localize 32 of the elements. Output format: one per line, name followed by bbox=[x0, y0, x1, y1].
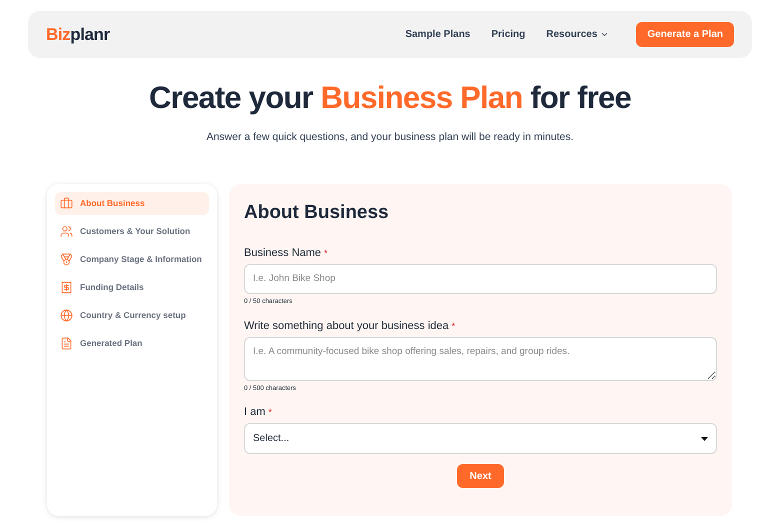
nav-link[interactable]: Resources bbox=[546, 27, 610, 42]
field-label: Business Name bbox=[244, 246, 322, 260]
required-mark: * bbox=[324, 246, 328, 260]
chevron-icon bbox=[600, 30, 610, 39]
field-label: Write something about your business idea bbox=[244, 318, 449, 332]
required-mark: * bbox=[268, 406, 272, 420]
generate-plan-button[interactable]: Generate a Plan bbox=[636, 22, 734, 47]
sidebar-item[interactable]: Customers & Your Solution bbox=[55, 220, 209, 243]
sidebar-item[interactable]: Funding Details bbox=[55, 276, 209, 299]
sidebar-item[interactable]: Generated Plan bbox=[55, 332, 209, 355]
subtitle: Answer a few quick questions, and your business plan will be ready in minutes. bbox=[205, 130, 575, 145]
text-area[interactable]: I.e. A community-focused bike shop offering sales, repairs, and group rides. bbox=[244, 336, 717, 380]
receipt-icon bbox=[60, 280, 73, 294]
select-dropdown[interactable]: Select... bbox=[244, 423, 717, 454]
logo[interactable]: Bizplanr bbox=[46, 22, 110, 48]
required-mark: * bbox=[452, 320, 456, 332]
nav-link[interactable]: Pricing bbox=[491, 27, 526, 42]
globe-icon bbox=[60, 308, 73, 322]
input-field[interactable]: I.e. John Bike Shop bbox=[244, 264, 717, 294]
medal-icon bbox=[60, 252, 73, 266]
briefcase-icon bbox=[60, 196, 73, 210]
field-label: I am bbox=[244, 405, 266, 420]
document-icon bbox=[60, 336, 73, 350]
sidebar-item[interactable]: About Business bbox=[55, 192, 209, 215]
nav-link[interactable]: Sample Plans bbox=[405, 27, 470, 42]
users-icon bbox=[60, 224, 73, 238]
caret-icon bbox=[701, 436, 708, 441]
form-title: About Business bbox=[244, 200, 390, 225]
sidebar-item[interactable]: Country & Currency setup bbox=[55, 304, 209, 327]
headline: Create your Business Plan for free bbox=[148, 79, 632, 117]
sidebar-item[interactable]: Company Stage & Information bbox=[55, 248, 209, 271]
next-button[interactable]: Next bbox=[456, 464, 504, 488]
